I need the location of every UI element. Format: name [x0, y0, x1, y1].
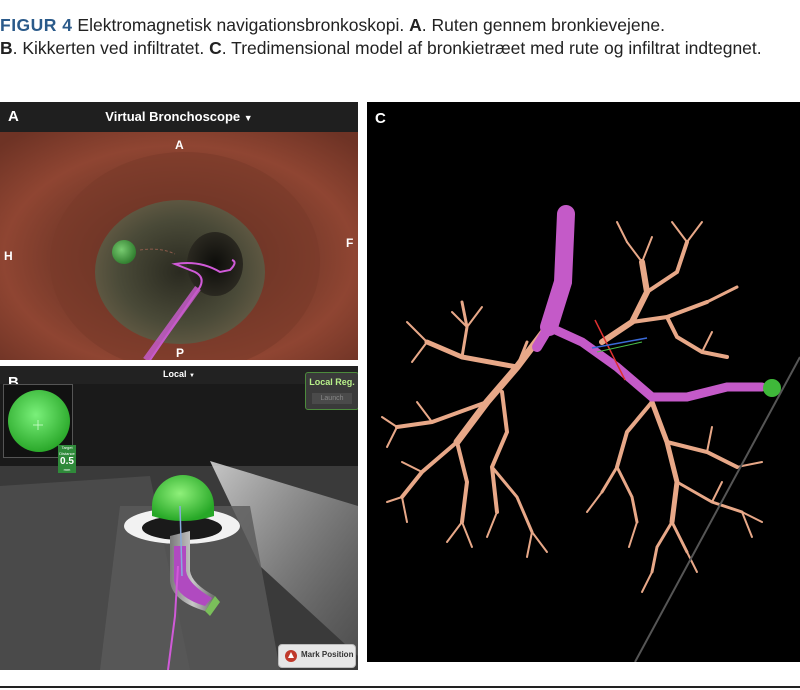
caption-text-4: . Tredimensional model af bronkietræet m…	[221, 38, 762, 58]
orientation-top: A	[175, 138, 184, 152]
local-reg-panel: Local Reg. Launch	[305, 372, 358, 410]
target-circle	[8, 390, 70, 452]
local-view-panel: B Local ▼ Target Distance 0.5 mm Local R…	[0, 366, 358, 670]
virtual-bronchoscope-title: Virtual Bronchoscope	[105, 109, 241, 124]
target-sphere	[112, 240, 136, 264]
caption-text-3: . Kikkerten ved infiltratet.	[12, 38, 210, 58]
caret-down-icon: ▼	[189, 373, 195, 379]
figure-caption: FIGUR 4 Elektromagnetisk navigationsbron…	[0, 14, 790, 60]
distance-unit: mm	[63, 467, 71, 472]
figure-label: FIGUR 4	[0, 15, 73, 35]
bottom-rule	[0, 686, 800, 688]
caption-ref-a: A	[409, 15, 422, 35]
orientation-left: H	[4, 249, 13, 263]
distance-box: Target Distance 0.5 mm	[58, 445, 76, 473]
caption-ref-b: B	[0, 38, 13, 58]
mark-position-button[interactable]: Mark Position	[278, 644, 356, 668]
panel-c-label: C	[375, 110, 386, 127]
launch-button[interactable]: Launch	[312, 393, 352, 404]
bronchial-tree-panel: C	[367, 102, 800, 662]
local-title: Local	[163, 369, 187, 379]
target-infiltrate	[763, 379, 781, 397]
bronchial-tree-model	[381, 205, 800, 662]
local-reg-button[interactable]: Local Reg.	[306, 377, 358, 387]
distance-value: 0.5	[60, 456, 74, 467]
orientation-bottom: P	[176, 346, 185, 360]
caption-text-1: Elektromagnetisk navigationsbronkoskopi.	[72, 15, 410, 35]
caret-down-icon: ▼	[243, 113, 253, 123]
mark-position-label: Mark Position	[301, 650, 354, 659]
caption-ref-c: C	[209, 38, 222, 58]
orientation-right: F	[346, 236, 354, 250]
caption-text-2: . Ruten gennem bronkievejene.	[421, 15, 665, 35]
target-view: Target Distance 0.5 mm	[3, 384, 76, 473]
virtual-bronchoscope-panel: A Virtual Bronchoscope ▼ A H F P	[0, 102, 358, 360]
warning-icon	[285, 650, 297, 662]
virtual-bronchoscope-dropdown[interactable]: Virtual Bronchoscope ▼	[0, 109, 358, 124]
